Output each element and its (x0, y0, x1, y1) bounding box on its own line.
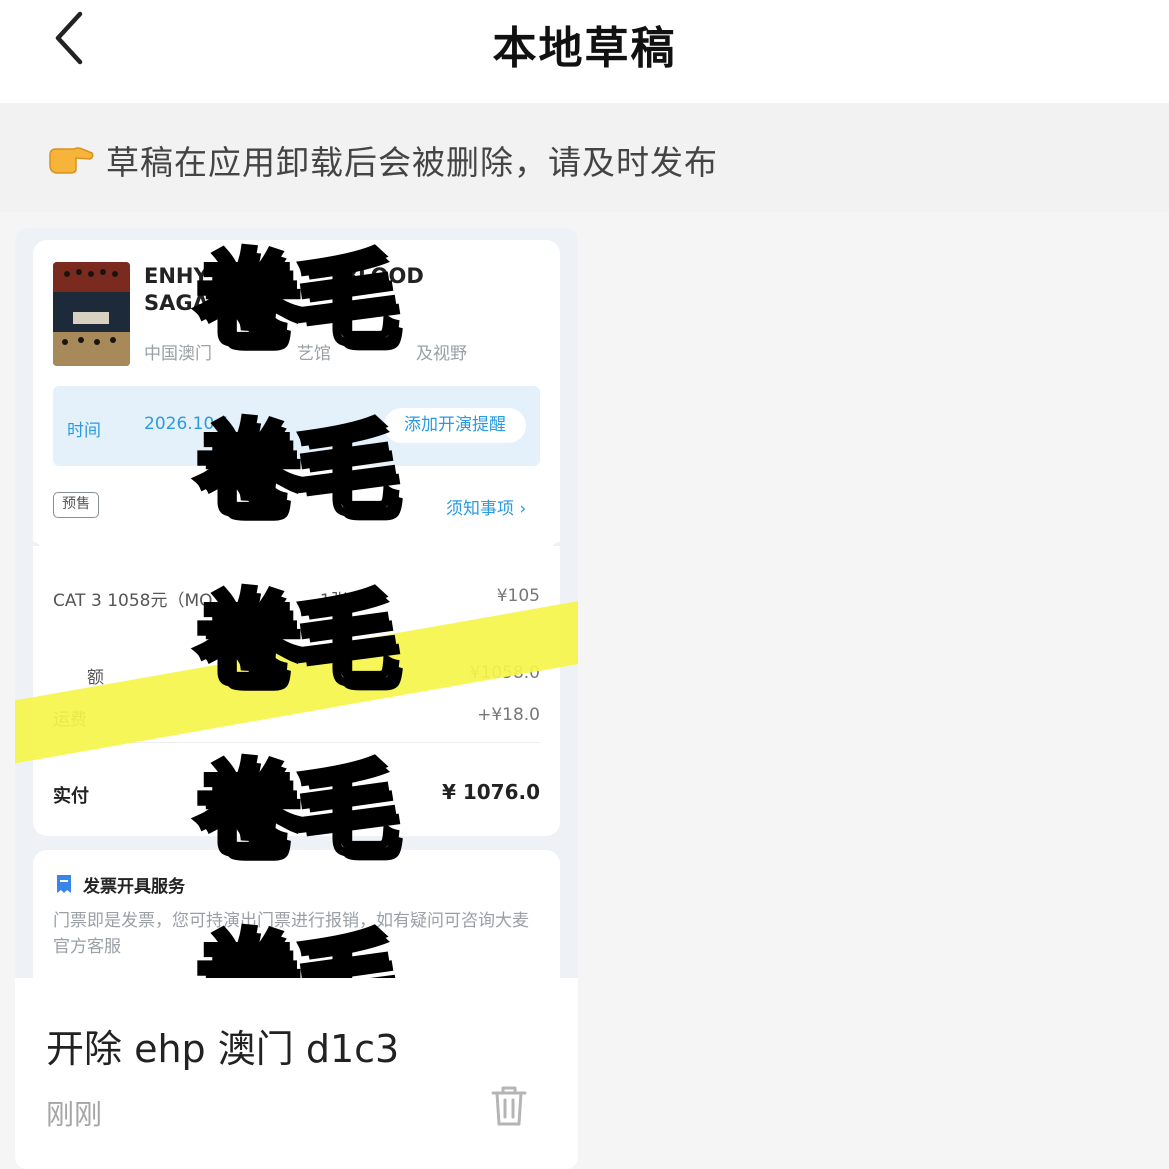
ticket-price: ¥105 (496, 586, 540, 606)
watermark-text: 卷毛 (192, 239, 401, 361)
pay-label: 实付 (53, 786, 89, 807)
shipping-value: +¥18.0 (477, 705, 540, 725)
draft-title[interactable]: 开除 ehp 澳门 d1c3 (46, 1018, 399, 1073)
invoice-icon (57, 875, 71, 893)
watermark-text: 卷毛 (192, 409, 401, 531)
notice-link: 须知事项 › (446, 499, 527, 519)
trash-icon[interactable] (490, 1084, 528, 1128)
page-title: 本地草稿 (492, 23, 677, 74)
draft-time: 刚刚 (46, 1098, 103, 1131)
presale-badge: 预售 (53, 492, 99, 518)
tip-text: 草稿在应用卸载后会被删除，请及时发布 (106, 143, 718, 182)
remind-button: 添加开演提醒 (384, 408, 526, 443)
invoice-title: 发票开具服务 (83, 877, 185, 897)
time-label: 时间 (67, 421, 101, 441)
watermark-text: 卷毛 (192, 749, 401, 871)
pay-value: ¥ 1076.0 (441, 780, 540, 804)
watermark-text: 卷毛 (192, 579, 401, 701)
pointing-hand-icon (49, 147, 94, 174)
event-poster (53, 262, 130, 366)
nav-bar: 本地草稿 (0, 0, 1169, 103)
watermark-text: 卷毛 (192, 926, 401, 979)
draft-screenshot: ENHY BLOOD SAGA 中国澳门 艺馆 及视野 时间 2026.10.1… (15, 228, 578, 978)
draft-card[interactable]: ENHY BLOOD SAGA 中国澳门 艺馆 及视野 时间 2026.10.1… (15, 228, 578, 1169)
